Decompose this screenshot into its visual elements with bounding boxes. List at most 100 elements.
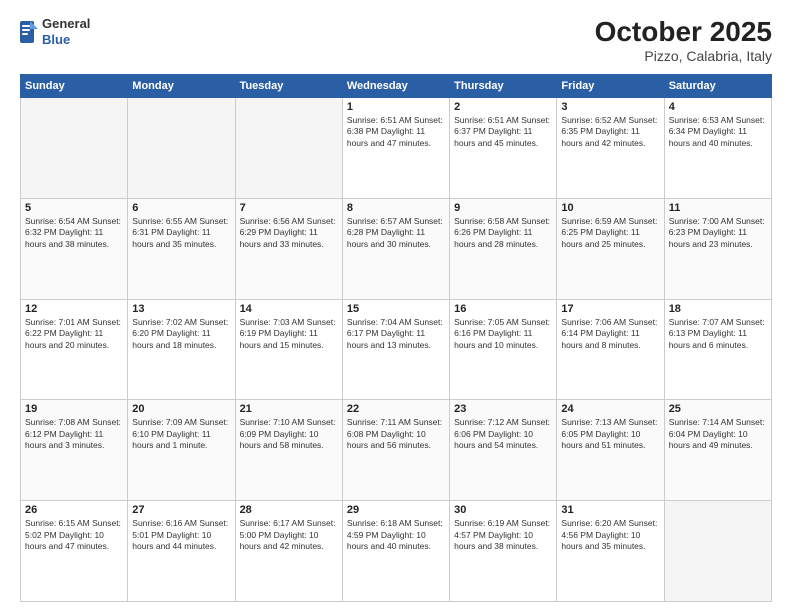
calendar-cell: 6Sunrise: 6:55 AM Sunset: 6:31 PM Daylig… xyxy=(128,198,235,299)
calendar-cell: 26Sunrise: 6:15 AM Sunset: 5:02 PM Dayli… xyxy=(21,501,128,602)
day-info: Sunrise: 6:58 AM Sunset: 6:26 PM Dayligh… xyxy=(454,216,552,250)
day-info: Sunrise: 7:01 AM Sunset: 6:22 PM Dayligh… xyxy=(25,317,123,351)
day-info: Sunrise: 6:55 AM Sunset: 6:31 PM Dayligh… xyxy=(132,216,230,250)
day-info: Sunrise: 7:09 AM Sunset: 6:10 PM Dayligh… xyxy=(132,417,230,451)
calendar-week-row: 1 Sunrise: 6:51 AM Sunset: 6:38 PM Daylig… xyxy=(21,98,772,199)
weekday-header: Saturday xyxy=(664,75,771,98)
header: General Blue October 2025 Pizzo, Calabri… xyxy=(20,16,772,64)
day-info: Sunrise: 6:57 AM Sunset: 6:28 PM Dayligh… xyxy=(347,216,445,250)
day-number: 7 xyxy=(240,202,338,214)
calendar-cell: 27 Sunrise: 6:16 AM Sunset: 5:01 PM Dayli… xyxy=(128,501,235,602)
day-info: Sunrise: 7:10 AM Sunset: 6:09 PM Dayligh… xyxy=(240,417,338,451)
calendar-cell xyxy=(235,98,342,199)
calendar-cell: 5 Sunrise: 6:54 AM Sunset: 6:32 PM Daylig… xyxy=(21,198,128,299)
day-number: 4 xyxy=(669,101,767,113)
day-number: 3 xyxy=(561,101,659,113)
calendar-cell: 19 Sunrise: 7:08 AM Sunset: 6:12 PM Dayli… xyxy=(21,400,128,501)
day-info: Sunrise: 7:08 AM Sunset: 6:12 PM Dayligh… xyxy=(25,417,123,451)
calendar-cell: 28Sunrise: 6:17 AM Sunset: 5:00 PM Dayli… xyxy=(235,501,342,602)
calendar-cell: 18 Sunrise: 7:07 AM Sunset: 6:13 PM Dayli… xyxy=(664,299,771,400)
calendar-cell: 1 Sunrise: 6:51 AM Sunset: 6:38 PM Daylig… xyxy=(342,98,449,199)
day-info: Sunrise: 7:05 AM Sunset: 6:16 PM Dayligh… xyxy=(454,317,552,351)
day-number: 15 xyxy=(347,303,445,315)
weekday-header: Friday xyxy=(557,75,664,98)
calendar-cell: 16 Sunrise: 7:05 AM Sunset: 6:16 PM Dayli… xyxy=(450,299,557,400)
day-info: Sunrise: 7:12 AM Sunset: 6:06 PM Dayligh… xyxy=(454,417,552,451)
day-number: 13 xyxy=(132,303,230,315)
day-info: Sunrise: 6:15 AM Sunset: 5:02 PM Dayligh… xyxy=(25,518,123,552)
day-number: 22 xyxy=(347,403,445,415)
day-info: Sunrise: 6:52 AM Sunset: 6:35 PM Dayligh… xyxy=(561,115,659,149)
calendar-cell: 31 Sunrise: 6:20 AM Sunset: 4:56 PM Dayli… xyxy=(557,501,664,602)
calendar-cell: 8Sunrise: 6:57 AM Sunset: 6:28 PM Daylig… xyxy=(342,198,449,299)
calendar-cell: 7 Sunrise: 6:56 AM Sunset: 6:29 PM Daylig… xyxy=(235,198,342,299)
day-number: 18 xyxy=(669,303,767,315)
calendar-cell: 30 Sunrise: 6:19 AM Sunset: 4:57 PM Dayli… xyxy=(450,501,557,602)
day-number: 29 xyxy=(347,504,445,516)
weekday-header: Tuesday xyxy=(235,75,342,98)
calendar-cell: 23 Sunrise: 7:12 AM Sunset: 6:06 PM Dayli… xyxy=(450,400,557,501)
day-info: Sunrise: 7:00 AM Sunset: 6:23 PM Dayligh… xyxy=(669,216,767,250)
day-number: 16 xyxy=(454,303,552,315)
calendar-cell: 20 Sunrise: 7:09 AM Sunset: 6:10 PM Dayli… xyxy=(128,400,235,501)
page: General Blue October 2025 Pizzo, Calabri… xyxy=(0,0,792,612)
calendar-cell: 10 Sunrise: 6:59 AM Sunset: 6:25 PM Dayli… xyxy=(557,198,664,299)
day-info: Sunrise: 7:11 AM Sunset: 6:08 PM Dayligh… xyxy=(347,417,445,451)
calendar-cell: 25 Sunrise: 7:14 AM Sunset: 6:04 PM Dayli… xyxy=(664,400,771,501)
calendar-cell: 17Sunrise: 7:06 AM Sunset: 6:14 PM Dayli… xyxy=(557,299,664,400)
day-number: 5 xyxy=(25,202,123,214)
weekday-header-row: SundayMondayTuesdayWednesdayThursdayFrid… xyxy=(21,75,772,98)
day-info: Sunrise: 7:03 AM Sunset: 6:19 PM Dayligh… xyxy=(240,317,338,351)
day-info: Sunrise: 6:16 AM Sunset: 5:01 PM Dayligh… xyxy=(132,518,230,552)
day-number: 14 xyxy=(240,303,338,315)
day-number: 20 xyxy=(132,403,230,415)
logo-general: General xyxy=(42,16,90,32)
calendar-week-row: 12 Sunrise: 7:01 AM Sunset: 6:22 PM Dayli… xyxy=(21,299,772,400)
day-info: Sunrise: 6:59 AM Sunset: 6:25 PM Dayligh… xyxy=(561,216,659,250)
day-info: Sunrise: 6:56 AM Sunset: 6:29 PM Dayligh… xyxy=(240,216,338,250)
day-number: 24 xyxy=(561,403,659,415)
logo: General Blue xyxy=(20,16,90,47)
day-number: 12 xyxy=(25,303,123,315)
weekday-header: Thursday xyxy=(450,75,557,98)
calendar-title: October 2025 xyxy=(595,16,772,48)
title-block: October 2025 Pizzo, Calabria, Italy xyxy=(595,16,772,64)
day-number: 31 xyxy=(561,504,659,516)
calendar-cell: 14 Sunrise: 7:03 AM Sunset: 6:19 PM Dayli… xyxy=(235,299,342,400)
calendar-cell: 15 Sunrise: 7:04 AM Sunset: 6:17 PM Dayli… xyxy=(342,299,449,400)
calendar-cell xyxy=(21,98,128,199)
calendar-cell xyxy=(664,501,771,602)
day-number: 17 xyxy=(561,303,659,315)
calendar-week-row: 5 Sunrise: 6:54 AM Sunset: 6:32 PM Daylig… xyxy=(21,198,772,299)
weekday-header: Sunday xyxy=(21,75,128,98)
logo-icon xyxy=(20,21,38,43)
logo-text: General Blue xyxy=(42,16,90,47)
day-info: Sunrise: 7:04 AM Sunset: 6:17 PM Dayligh… xyxy=(347,317,445,351)
day-number: 19 xyxy=(25,403,123,415)
day-number: 23 xyxy=(454,403,552,415)
day-number: 25 xyxy=(669,403,767,415)
day-number: 10 xyxy=(561,202,659,214)
weekday-header: Wednesday xyxy=(342,75,449,98)
calendar-cell: 2Sunrise: 6:51 AM Sunset: 6:37 PM Daylig… xyxy=(450,98,557,199)
calendar-cell: 9Sunrise: 6:58 AM Sunset: 6:26 PM Daylig… xyxy=(450,198,557,299)
calendar-subtitle: Pizzo, Calabria, Italy xyxy=(595,48,772,64)
day-info: Sunrise: 7:14 AM Sunset: 6:04 PM Dayligh… xyxy=(669,417,767,451)
day-number: 1 xyxy=(347,101,445,113)
day-info: Sunrise: 6:20 AM Sunset: 4:56 PM Dayligh… xyxy=(561,518,659,552)
day-info: Sunrise: 6:17 AM Sunset: 5:00 PM Dayligh… xyxy=(240,518,338,552)
calendar-cell xyxy=(128,98,235,199)
calendar-cell: 3 Sunrise: 6:52 AM Sunset: 6:35 PM Daylig… xyxy=(557,98,664,199)
day-info: Sunrise: 7:07 AM Sunset: 6:13 PM Dayligh… xyxy=(669,317,767,351)
day-info: Sunrise: 6:54 AM Sunset: 6:32 PM Dayligh… xyxy=(25,216,123,250)
calendar-cell: 29Sunrise: 6:18 AM Sunset: 4:59 PM Dayli… xyxy=(342,501,449,602)
calendar-week-row: 26Sunrise: 6:15 AM Sunset: 5:02 PM Dayli… xyxy=(21,501,772,602)
day-number: 27 xyxy=(132,504,230,516)
day-info: Sunrise: 6:51 AM Sunset: 6:38 PM Dayligh… xyxy=(347,115,445,149)
calendar-cell: 22 Sunrise: 7:11 AM Sunset: 6:08 PM Dayli… xyxy=(342,400,449,501)
logo-blue: Blue xyxy=(42,32,90,48)
day-number: 11 xyxy=(669,202,767,214)
day-info: Sunrise: 6:19 AM Sunset: 4:57 PM Dayligh… xyxy=(454,518,552,552)
day-info: Sunrise: 7:02 AM Sunset: 6:20 PM Dayligh… xyxy=(132,317,230,351)
day-number: 30 xyxy=(454,504,552,516)
